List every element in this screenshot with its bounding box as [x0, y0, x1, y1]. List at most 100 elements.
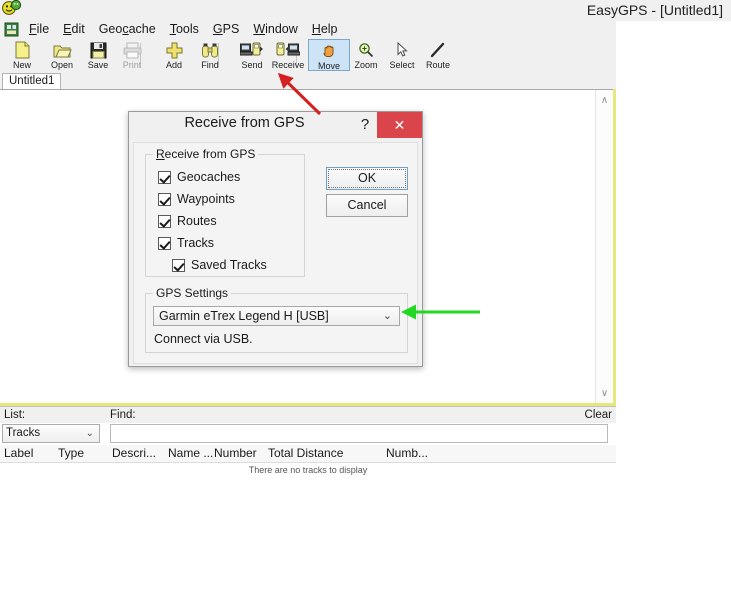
- toolbar-label-send: Send: [241, 60, 263, 70]
- toolbar-button-find[interactable]: Find: [192, 39, 228, 71]
- floppy-disk-icon: [80, 41, 116, 59]
- toolbar-button-new[interactable]: New: [4, 39, 40, 71]
- menu-item-tools[interactable]: Tools: [163, 21, 206, 38]
- toolbar-label-zoom: Zoom: [354, 60, 378, 70]
- toolbar-button-select[interactable]: Select: [384, 39, 420, 71]
- toolbar-label-open: Open: [50, 60, 74, 70]
- window-title: EasyGPS - [Untitled1]: [586, 2, 723, 18]
- close-icon[interactable]: ✕: [377, 112, 422, 138]
- hand-pan-icon: [309, 42, 349, 60]
- checkbox-waypoints[interactable]: Waypoints: [158, 192, 235, 206]
- column-number[interactable]: Number: [214, 445, 257, 462]
- document-tab-strip: Untitled1: [0, 72, 616, 89]
- find-label: Find:: [110, 409, 136, 421]
- empty-list-message: There are no tracks to display: [248, 465, 368, 475]
- help-button[interactable]: ?: [354, 112, 376, 138]
- column-number-of[interactable]: Numb...: [386, 445, 428, 462]
- menu-bar: File Edit Geocache Tools GPS Window Help: [0, 21, 616, 39]
- toolbar-button-save[interactable]: Save: [80, 39, 116, 71]
- list-label: List:: [4, 409, 26, 421]
- document-icon: [4, 22, 20, 37]
- checkbox-label-waypoints: Waypoints: [177, 192, 235, 206]
- receive-from-gps-icon: [270, 41, 306, 59]
- toolbar: New Open Save Print Add Find Send Receiv…: [0, 38, 616, 81]
- gps-device-value: Garmin eTrex Legend H [USB]: [159, 309, 329, 323]
- list-type-value: Tracks: [6, 427, 41, 439]
- checkbox-label-geocaches: Geocaches: [177, 170, 241, 184]
- menu-item-gps[interactable]: GPS: [206, 21, 246, 38]
- receive-from-gps-dialog: Receive from GPS ? ✕ Receive from GPS Ge…: [128, 111, 423, 367]
- magnifier-icon: [348, 41, 384, 59]
- toolbar-label-receive: Receive: [271, 60, 305, 70]
- toolbar-button-zoom[interactable]: Zoom: [348, 39, 384, 71]
- find-input[interactable]: [110, 424, 608, 443]
- toolbar-label-route: Route: [425, 60, 451, 70]
- dialog-title-bar: Receive from GPS ? ✕: [129, 112, 422, 140]
- map-vertical-scrollbar[interactable]: ∧ ∨: [595, 90, 613, 404]
- scroll-up-arrow-icon[interactable]: ∧: [596, 92, 613, 109]
- arrow-cursor-icon: [384, 41, 420, 59]
- checkmark-icon: [172, 258, 185, 272]
- gps-device-select[interactable]: Garmin eTrex Legend H [USB] ⌄: [153, 306, 400, 326]
- toolbar-button-print[interactable]: Print: [114, 39, 150, 71]
- menu-item-window[interactable]: Window: [246, 21, 304, 38]
- receive-group-title: Receive from GPS: [153, 147, 259, 161]
- chevron-down-icon: ⌄: [85, 428, 94, 439]
- menu-item-geocache[interactable]: Geocache: [92, 21, 163, 38]
- gps-settings-title: GPS Settings: [153, 286, 232, 300]
- toolbar-label-select: Select: [389, 60, 415, 70]
- chevron-down-icon: ⌄: [382, 310, 392, 322]
- toolbar-label-new: New: [12, 60, 31, 70]
- scroll-down-arrow-icon[interactable]: ∨: [596, 385, 613, 402]
- send-to-gps-icon: [234, 41, 270, 59]
- menu-item-help[interactable]: Help: [305, 21, 345, 38]
- checkbox-label-saved-tracks: Saved Tracks: [191, 258, 267, 272]
- menu-items: File Edit Geocache Tools GPS Window Help: [22, 21, 345, 38]
- checkmark-icon: [158, 214, 171, 228]
- new-document-icon: [4, 41, 40, 59]
- checkbox-tracks[interactable]: Tracks: [158, 236, 214, 250]
- checkbox-routes[interactable]: Routes: [158, 214, 217, 228]
- dialog-body: Receive from GPS Geocaches Waypoints Rou…: [133, 142, 418, 364]
- checkbox-saved-tracks[interactable]: Saved Tracks: [172, 258, 267, 272]
- menu-item-file[interactable]: File: [22, 21, 56, 38]
- toolbar-label-print: Print: [122, 60, 142, 70]
- column-label[interactable]: Label: [4, 445, 33, 462]
- toolbar-button-add[interactable]: Add: [156, 39, 192, 71]
- checkbox-label-routes: Routes: [177, 214, 217, 228]
- checkbox-geocaches[interactable]: Geocaches: [158, 170, 240, 184]
- checkmark-icon: [158, 236, 171, 250]
- route-line-icon: [420, 41, 456, 59]
- checkbox-label-tracks: Tracks: [177, 236, 215, 250]
- toolbar-label-find: Find: [201, 60, 219, 70]
- clear-button[interactable]: Clear: [585, 407, 612, 423]
- checkmark-icon: [158, 170, 171, 184]
- toolbar-button-receive[interactable]: Receive: [270, 39, 306, 71]
- toolbar-button-send[interactable]: Send: [234, 39, 270, 71]
- column-name[interactable]: Name ...: [168, 445, 213, 462]
- toolbar-label-add: Add: [165, 60, 182, 70]
- plus-cross-icon: [156, 41, 192, 59]
- binoculars-icon: [192, 41, 228, 59]
- column-description[interactable]: Descri...: [112, 445, 156, 462]
- column-total-distance[interactable]: Total Distance: [268, 445, 343, 462]
- checkmark-icon: [158, 192, 171, 206]
- connection-hint: Connect via USB.: [154, 332, 253, 346]
- printer-icon: [114, 41, 150, 59]
- title-bar: EasyGPS - [Untitled1]: [0, 0, 731, 21]
- toolbar-button-move-map[interactable]: Move Map: [308, 39, 350, 81]
- toolbar-label-save: Save: [87, 60, 109, 70]
- document-tab-untitled1[interactable]: Untitled1: [2, 73, 62, 89]
- open-folder-icon: [44, 41, 80, 59]
- list-type-select[interactable]: Tracks ⌄: [2, 424, 100, 443]
- toolbar-button-open[interactable]: Open: [44, 39, 80, 71]
- list-column-header: Label Type Descri... Name ... Number Tot…: [0, 445, 616, 463]
- menu-item-edit[interactable]: Edit: [56, 21, 92, 38]
- ok-button[interactable]: OK: [326, 167, 408, 190]
- list-panel: List: Find: Clear Tracks ⌄ Label Type De…: [0, 406, 616, 601]
- smiley-face-logo-icon: [2, 0, 24, 20]
- toolbar-button-route[interactable]: Route: [420, 39, 456, 71]
- column-type[interactable]: Type: [58, 445, 84, 462]
- list-panel-header-row: List: Find: Clear: [0, 407, 616, 423]
- cancel-button[interactable]: Cancel: [326, 194, 408, 217]
